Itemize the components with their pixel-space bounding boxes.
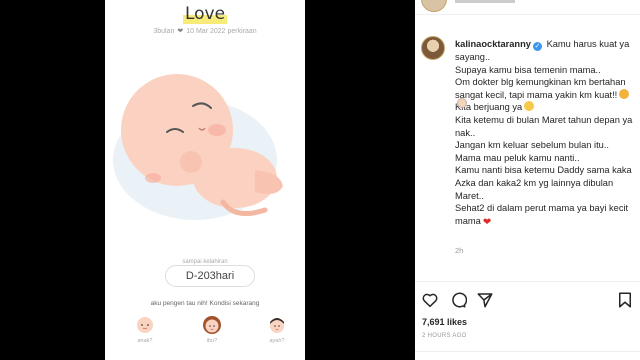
caption-line: Supaya kamu bisa temenin mama.. xyxy=(455,64,601,75)
condition-question: aku pengen tau nih! Kondisi sekarang xyxy=(150,300,260,307)
post-timestamp: 2 HOURS AGO xyxy=(422,333,467,339)
caption: kalinaocktaranny ✓ Kamu harus kuat ya say… xyxy=(455,38,637,227)
father-face-icon xyxy=(270,318,284,333)
heart-icon: ❤ xyxy=(177,28,184,35)
pregnancy-age: 3bulan xyxy=(153,28,175,35)
mother-face-icon xyxy=(203,316,221,334)
caption-line: Om dokter blg kemungkinan km bertahan sa… xyxy=(455,77,626,100)
username-link[interactable]: kalinaocktaranny xyxy=(455,39,531,49)
avatar-label-child: anak? xyxy=(137,338,153,344)
caption-line: Kamu nanti bisa ketemu Daddy sama kaka A… xyxy=(455,165,632,201)
caption-line: Jangan km keluar sebelum bulan itu.. xyxy=(455,140,610,151)
like-count[interactable]: 7,691 likes xyxy=(422,317,467,327)
caption-line: Kita ketemu di bulan Maret tahun depan y… xyxy=(455,114,633,138)
verified-badge-icon: ✓ xyxy=(532,42,542,51)
avatar-label-mother: ibu? xyxy=(206,338,218,344)
comment-icon[interactable] xyxy=(449,291,467,309)
baby-face-icon xyxy=(137,317,153,333)
like-heart-icon[interactable] xyxy=(421,291,439,309)
comment-timestamp[interactable]: 2h xyxy=(455,246,463,255)
divider xyxy=(415,281,640,282)
fetus-illustration xyxy=(113,74,283,220)
due-date: 10 Mar 2022 perkiraan xyxy=(186,28,257,35)
baby-emoji-icon xyxy=(457,98,467,108)
save-bookmark-icon[interactable] xyxy=(616,291,634,309)
header-username-fragment xyxy=(455,0,515,3)
red-heart-emoji-icon: ❤ xyxy=(482,216,492,228)
avatar[interactable] xyxy=(421,36,445,60)
post-image: Love 3bulan ❤ 10 Mar 2022 perkiraan sampai… xyxy=(105,0,305,360)
countdown-value: D-203hari xyxy=(185,270,235,282)
caption-line: Mama mau peluk kamu nanti.. xyxy=(455,152,580,163)
avatar-label-father: ayah? xyxy=(269,338,285,344)
app-title: Love xyxy=(182,4,228,24)
divider xyxy=(415,351,640,352)
caption-line: Sehat2 di dalam perut mama ya bayi kecit… xyxy=(455,203,629,226)
instagram-panel: kalinaocktaranny ✓ Kamu harus kuat ya say… xyxy=(415,0,640,360)
countdown-pill: D-203hari xyxy=(165,265,255,287)
smile-emoji-icon xyxy=(524,101,535,112)
share-icon[interactable] xyxy=(476,291,494,309)
post-header-strip xyxy=(415,0,640,15)
flexed-biceps-emoji-icon xyxy=(619,88,630,99)
pregnancy-meta: 3bulan ❤ 10 Mar 2022 perkiraan xyxy=(105,27,305,35)
header-avatar[interactable] xyxy=(421,0,447,12)
